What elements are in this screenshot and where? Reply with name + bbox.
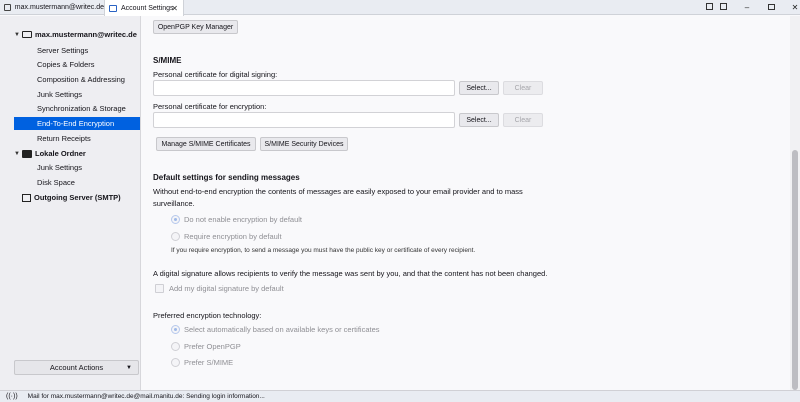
sidebar-item-synchronization[interactable]: Synchronization & Storage (14, 102, 140, 115)
prefer-auto-radio[interactable] (171, 325, 180, 334)
calendar-icon[interactable] (702, 3, 716, 12)
signature-description: A digital signature allows recipients to… (153, 269, 548, 278)
encryption-select-button[interactable]: Select... (459, 113, 499, 127)
prefer-openpgp-label: Prefer OpenPGP (184, 342, 241, 351)
signing-cert-label: Personal certificate for digital signing… (153, 70, 278, 79)
settings-tab-icon (109, 4, 117, 12)
minimize-button[interactable]: – (740, 3, 754, 12)
preferred-technology-label: Preferred encryption technology: (153, 311, 262, 320)
sidebar-item-label: Junk Settings (37, 90, 83, 99)
signing-select-button[interactable]: Select... (459, 81, 499, 95)
maximize-button[interactable] (764, 3, 778, 12)
require-encryption-label: Require encryption by default (184, 232, 282, 241)
signing-cert-field[interactable] (153, 80, 455, 96)
sidebar-item-copies-folders[interactable]: Copies & Folders (14, 58, 140, 71)
sidebar-outgoing-label: Outgoing Server (SMTP) (34, 193, 121, 202)
require-encryption-note: If you require encryption, to send a mes… (171, 247, 476, 254)
no-encryption-radio[interactable] (171, 215, 180, 224)
account-actions-button[interactable]: Account Actions ▼ (14, 360, 139, 375)
sidebar-item-label: Synchronization & Storage (37, 104, 126, 113)
tab-account-settings-label: Account Settings (121, 4, 174, 12)
default-settings-heading: Default settings for sending messages (153, 173, 300, 182)
connection-icon: ((·)) (6, 393, 18, 400)
account-actions-label: Account Actions (49, 363, 104, 372)
sidebar-item-label: Disk Space (37, 178, 75, 187)
sidebar-local-folders[interactable]: ▼ Lokale Ordner (14, 149, 86, 158)
manage-smime-certificates-button[interactable]: Manage S/MIME Certificates (156, 137, 256, 151)
encryption-clear-button[interactable]: Clear (503, 113, 543, 127)
sidebar-local-folders-label: Lokale Ordner (35, 149, 86, 158)
default-settings-description: Without end-to-end encryption the conten… (153, 187, 523, 196)
signing-clear-button[interactable]: Clear (503, 81, 543, 95)
sidebar-item-label: Composition & Addressing (37, 75, 125, 84)
sidebar-account-label: max.mustermann@writec.de (35, 30, 137, 39)
chevron-down-icon[interactable]: ▼ (14, 151, 22, 157)
prefer-auto-label: Select automatically based on available … (184, 325, 380, 334)
sidebar-item-disk-space[interactable]: Disk Space (14, 176, 140, 189)
tab-mail-label: max.mustermann@writec.de (14, 4, 104, 11)
encryption-cert-field[interactable] (153, 112, 455, 128)
tab-account-settings[interactable]: Account Settings ✕ (104, 0, 184, 16)
chevron-down-icon[interactable]: ▼ (14, 32, 22, 38)
sidebar-item-label: Junk Settings (37, 163, 83, 172)
server-icon (22, 193, 31, 202)
prefer-smime-label: Prefer S/MIME (184, 358, 234, 367)
status-text: Mail for max.mustermann@writec.de@mail.m… (27, 393, 265, 400)
sidebar-item-encryption[interactable]: End-To-End Encryption (14, 117, 140, 130)
sidebar-item-return-receipts[interactable]: Return Receipts (14, 132, 140, 145)
openpgp-key-manager-button[interactable]: OpenPGP Key Manager (153, 20, 238, 34)
sidebar-item-local-junk[interactable]: Junk Settings (14, 161, 140, 174)
sidebar-item-label: Server Settings (37, 46, 89, 55)
chevron-down-icon: ▼ (126, 364, 132, 371)
digital-signature-label: Add my digital signature by default (169, 284, 284, 293)
tasks-icon[interactable] (716, 3, 730, 12)
sidebar-item-composition[interactable]: Composition & Addressing (14, 73, 140, 86)
scrollbar-thumb[interactable] (792, 150, 798, 390)
close-tab-icon[interactable]: ✕ (171, 4, 178, 13)
digital-signature-checkbox[interactable] (155, 284, 164, 293)
smime-heading: S/MIME (153, 56, 182, 65)
window-controls: – ✕ (702, 0, 800, 15)
sidebar-item-label: Copies & Folders (37, 60, 95, 69)
sidebar-item-server-settings[interactable]: Server Settings (14, 44, 140, 57)
default-settings-description-2: surveillance. (153, 199, 195, 208)
smime-security-devices-button[interactable]: S/MIME Security Devices (260, 137, 348, 151)
mail-account-icon (22, 31, 32, 38)
mail-tab-icon (4, 4, 11, 11)
sidebar-item-label: Return Receipts (37, 134, 91, 143)
prefer-openpgp-radio[interactable] (171, 342, 180, 351)
tab-mail[interactable]: max.mustermann@writec.de (0, 0, 104, 15)
close-window-button[interactable]: ✕ (788, 3, 800, 12)
encryption-cert-label: Personal certificate for encryption: (153, 102, 267, 111)
prefer-smime-radio[interactable] (171, 358, 180, 367)
no-encryption-label: Do not enable encryption by default (184, 215, 302, 224)
sidebar-account[interactable]: ▼ max.mustermann@writec.de (14, 30, 137, 39)
sidebar-item-label: End-To-End Encryption (37, 119, 115, 128)
status-bar: ((·)) Mail for max.mustermann@writec.de@… (0, 390, 800, 402)
encryption-settings-panel: OpenPGP Key Manager S/MIME Personal cert… (141, 16, 790, 390)
sidebar-outgoing-server[interactable]: Outgoing Server (SMTP) (14, 193, 121, 202)
title-bar: max.mustermann@writec.de Account Setting… (0, 0, 800, 16)
sidebar-item-junk-settings[interactable]: Junk Settings (14, 88, 140, 101)
account-sidebar: ▼ max.mustermann@writec.de Server Settin… (0, 16, 141, 390)
require-encryption-radio[interactable] (171, 232, 180, 241)
folder-icon (22, 149, 32, 158)
